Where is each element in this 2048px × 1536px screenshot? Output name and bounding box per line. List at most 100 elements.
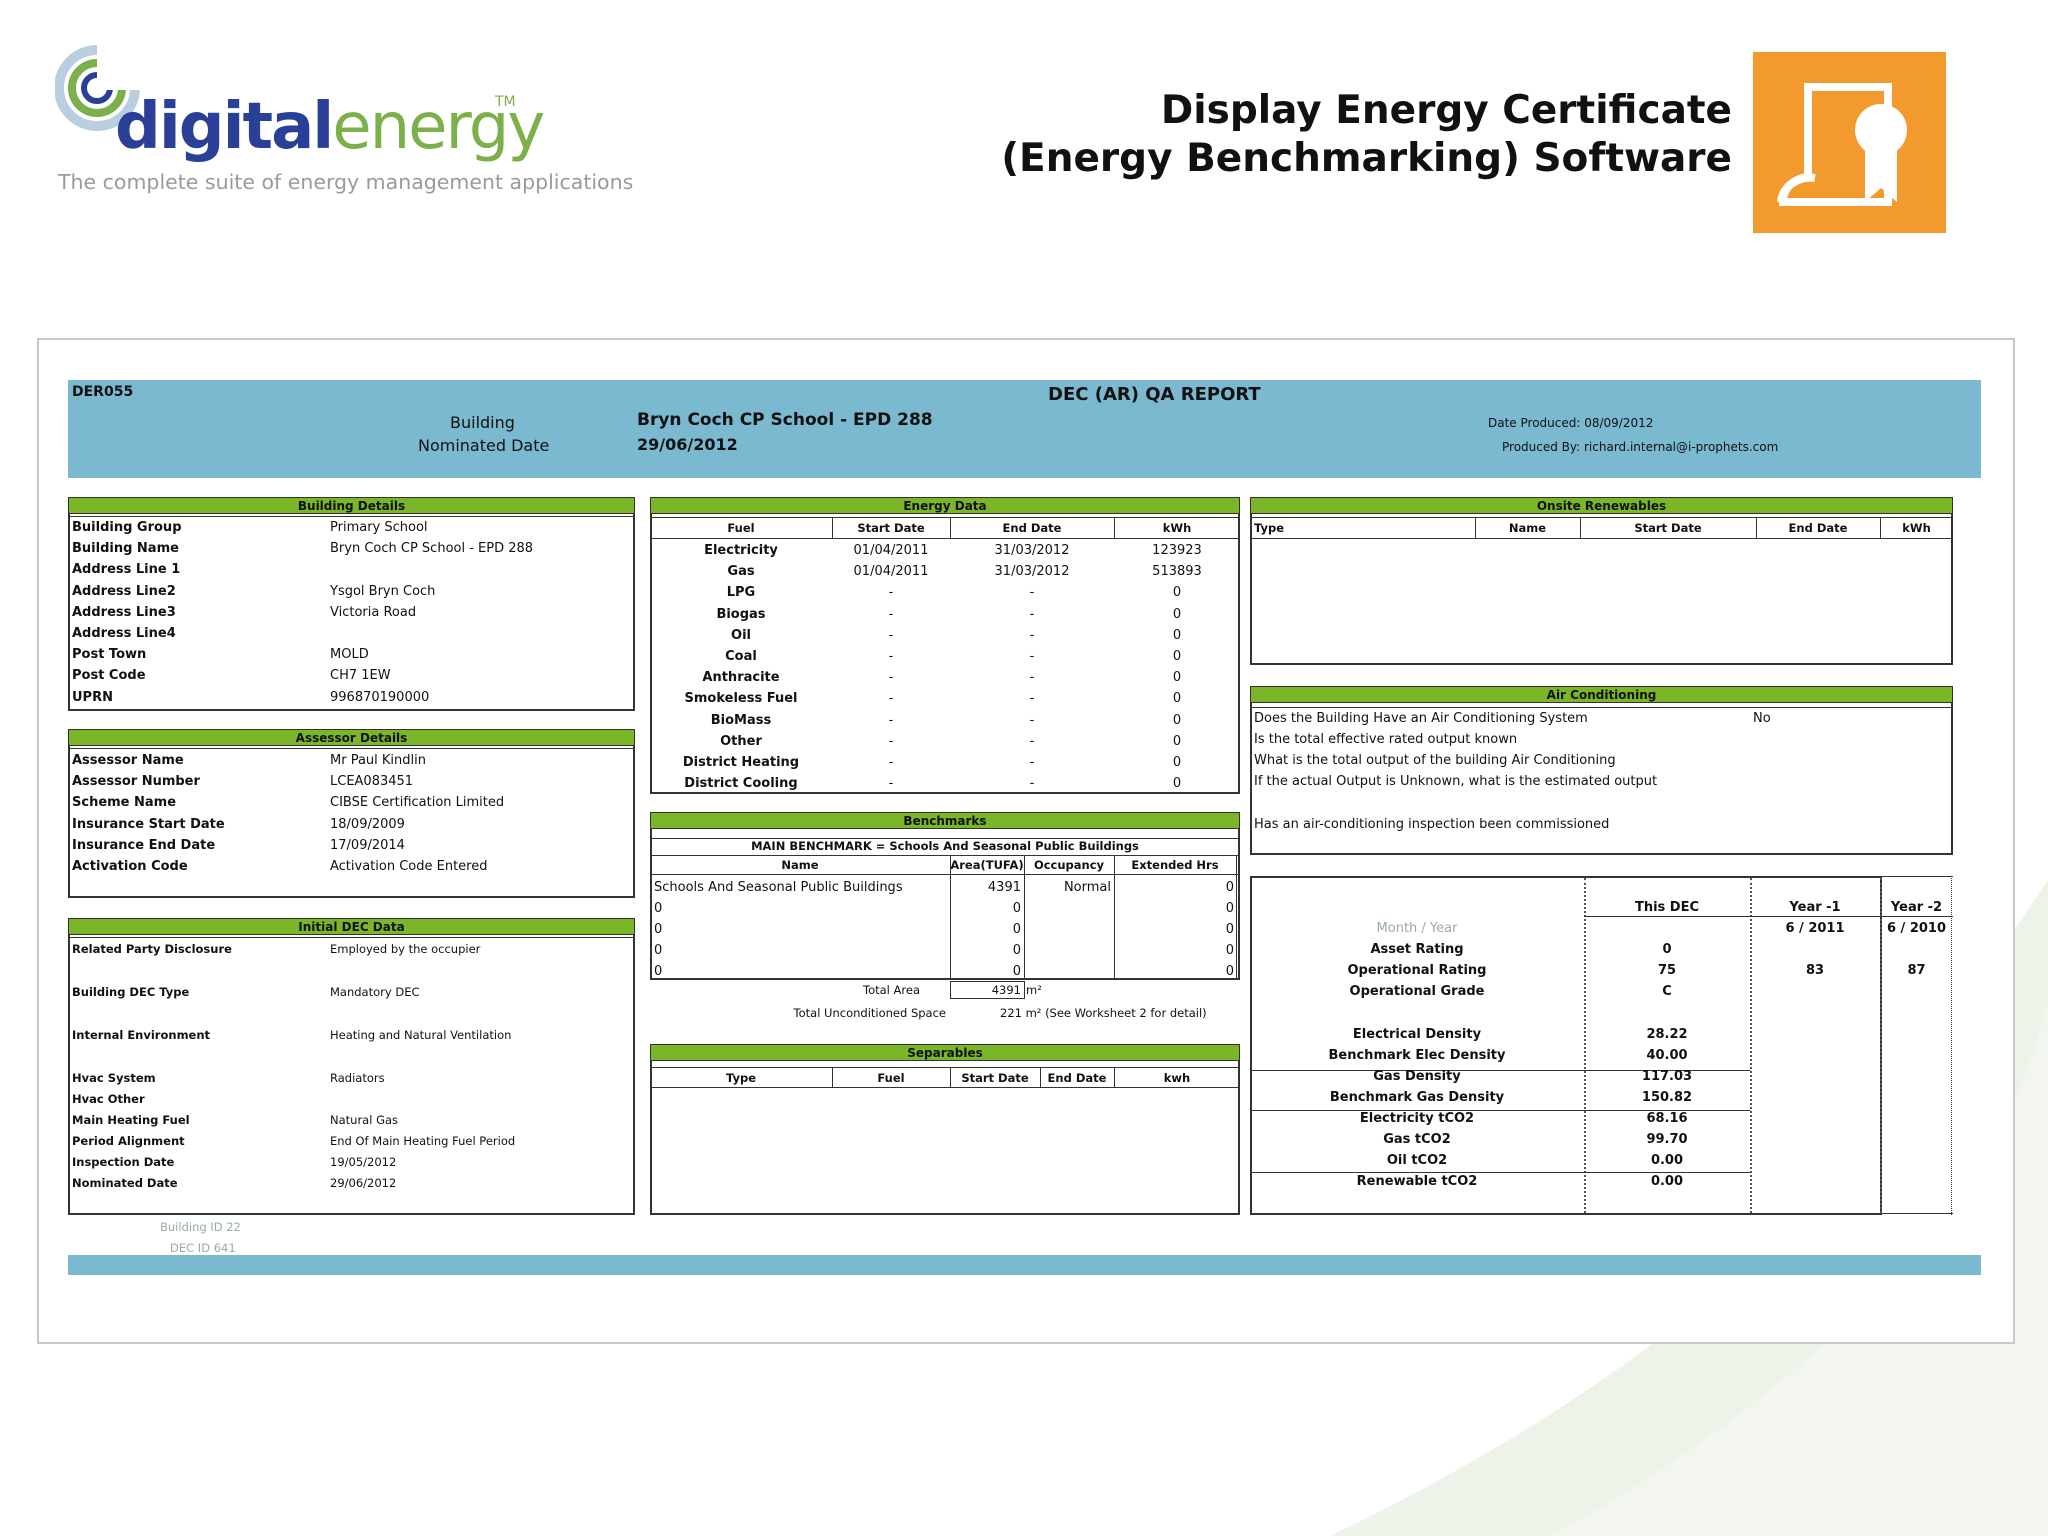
detail-label: Scheme Name xyxy=(72,795,177,811)
detail-label: Activation Code xyxy=(72,859,188,874)
nominated-date-value: 29/06/2012 xyxy=(637,435,738,454)
table-cell: 31/03/2012 xyxy=(994,543,1070,558)
rating-this-dec: 117.03 xyxy=(1641,1069,1693,1084)
table-cell: Schools And Seasonal Public Buildings xyxy=(654,880,903,895)
rating-this-dec: 0.00 xyxy=(1650,1174,1684,1189)
column-header: Extended Hrs xyxy=(1131,858,1219,872)
detail-value: Ysgol Bryn Coch xyxy=(330,583,436,599)
rating-label: Electricity tCO2 xyxy=(1359,1111,1475,1126)
detail-label: Address Line3 xyxy=(72,604,176,620)
table-cell: 0 xyxy=(1172,627,1182,643)
table-cell: - xyxy=(888,776,894,792)
ac-question-2: Is the total effective rated output know… xyxy=(1254,732,1518,747)
table-cell: 0 xyxy=(1225,901,1234,916)
logo-tagline: The complete suite of energy management … xyxy=(58,170,634,194)
detail-label: Building DEC Type xyxy=(72,985,190,999)
table-cell: - xyxy=(1029,627,1035,643)
produced-by: Produced By: richard.internal@i-prophets… xyxy=(1502,440,1779,454)
rating-year-1: 83 xyxy=(1805,963,1825,978)
table-cell: 513893 xyxy=(1152,564,1202,580)
table-cell: 0 xyxy=(1172,670,1182,686)
divider xyxy=(1250,707,1953,708)
col-this-dec: This DEC xyxy=(1634,900,1700,915)
divider xyxy=(68,516,635,517)
table-cell: Biogas xyxy=(716,606,766,622)
divider xyxy=(1882,1213,1953,1214)
table-cell: - xyxy=(1029,691,1035,707)
page-title-line2: (Energy Benchmarking) Software xyxy=(1001,136,1732,181)
col-year-1: Year -1 xyxy=(1789,900,1841,915)
table-cell: District Cooling xyxy=(684,776,798,792)
year-2-date: 6 / 2010 xyxy=(1886,921,1947,936)
rating-this-dec: 75 xyxy=(1657,963,1677,978)
divider xyxy=(650,1087,1240,1088)
detail-label: Address Line4 xyxy=(72,626,176,641)
rating-label: Gas tCO2 xyxy=(1383,1132,1451,1147)
detail-label: Hvac System xyxy=(72,1071,156,1085)
detail-label: Building Name xyxy=(72,541,179,557)
page-title-line1: Display Energy Certificate xyxy=(1160,88,1732,133)
rating-this-dec: 28.22 xyxy=(1646,1027,1688,1042)
table-cell: - xyxy=(888,627,894,643)
table-cell: - xyxy=(1029,755,1035,770)
rating-this-dec: 0 xyxy=(1662,942,1672,957)
table-cell: - xyxy=(888,712,894,728)
detail-label: Internal Environment xyxy=(72,1028,211,1042)
column-header: Type xyxy=(1254,521,1285,535)
table-cell: - xyxy=(1029,585,1035,601)
ac-question-5: Has an air-conditioning inspection been … xyxy=(1254,817,1610,832)
detail-value: Heating and Natural Ventilation xyxy=(330,1028,512,1042)
detail-value: CH7 1EW xyxy=(330,668,391,684)
table-cell: 0 xyxy=(1012,964,1021,979)
detail-value: Natural Gas xyxy=(330,1113,399,1127)
assessor-details-heading: Assessor Details xyxy=(68,729,635,746)
detail-label: Building Group xyxy=(72,520,182,535)
table-cell: 0 xyxy=(654,922,663,937)
date-produced: Date Produced: 08/09/2012 xyxy=(1488,416,1654,430)
footer-dec-id: DEC ID 641 xyxy=(170,1241,236,1255)
detail-label: Hvac Other xyxy=(72,1092,145,1106)
table-cell: 0 xyxy=(1225,943,1234,958)
divider xyxy=(650,855,1240,856)
detail-value: 18/09/2009 xyxy=(330,816,405,832)
divider xyxy=(1250,538,1953,539)
table-cell: 0 xyxy=(1172,755,1182,770)
year-1-date: 6 / 2011 xyxy=(1785,921,1845,936)
table-cell: 0 xyxy=(654,964,663,979)
ac-question-3: What is the total output of the building… xyxy=(1254,753,1616,768)
column-header: Fuel xyxy=(877,1071,905,1085)
table-cell: 0 xyxy=(1012,901,1021,916)
column-header: Name xyxy=(781,858,819,872)
detail-label: Period Alignment xyxy=(72,1134,185,1148)
energy-data-panel xyxy=(650,497,1240,794)
building-details-heading: Building Details xyxy=(68,497,635,514)
detail-value: Radiators xyxy=(330,1071,385,1085)
detail-label: Insurance Start Date xyxy=(72,816,225,832)
table-cell: 4391 xyxy=(987,880,1021,895)
table-cell: Anthracite xyxy=(702,670,780,686)
divider xyxy=(650,517,1240,518)
divider xyxy=(650,1067,1240,1068)
divider xyxy=(68,748,635,749)
column-header: End Date xyxy=(1002,521,1062,535)
divider xyxy=(68,937,635,938)
divider xyxy=(1584,916,1953,917)
rating-label: Gas Density xyxy=(1373,1069,1461,1084)
ac-answer-1: No xyxy=(1753,711,1771,726)
table-cell: 0 xyxy=(1172,712,1182,728)
column-header: kwh xyxy=(1163,1071,1191,1085)
divider xyxy=(650,874,1240,875)
detail-label: Address Line 1 xyxy=(72,562,181,578)
nominated-date-label: Nominated Date xyxy=(418,436,550,455)
ac-question-1: Does the Building Have an Air Conditioni… xyxy=(1254,711,1588,726)
table-cell: - xyxy=(1029,712,1035,728)
rating-this-dec: 68.16 xyxy=(1646,1111,1688,1126)
table-cell: - xyxy=(1029,733,1035,749)
divider xyxy=(1024,855,1025,980)
building-name-value: Bryn Coch CP School - EPD 288 xyxy=(637,410,933,430)
column-header: kWh xyxy=(1902,521,1931,535)
table-cell: Smokeless Fuel xyxy=(684,691,798,707)
detail-label: Assessor Number xyxy=(72,774,200,790)
rating-this-dec: 0.00 xyxy=(1650,1153,1684,1168)
table-cell: 0 xyxy=(654,901,663,916)
